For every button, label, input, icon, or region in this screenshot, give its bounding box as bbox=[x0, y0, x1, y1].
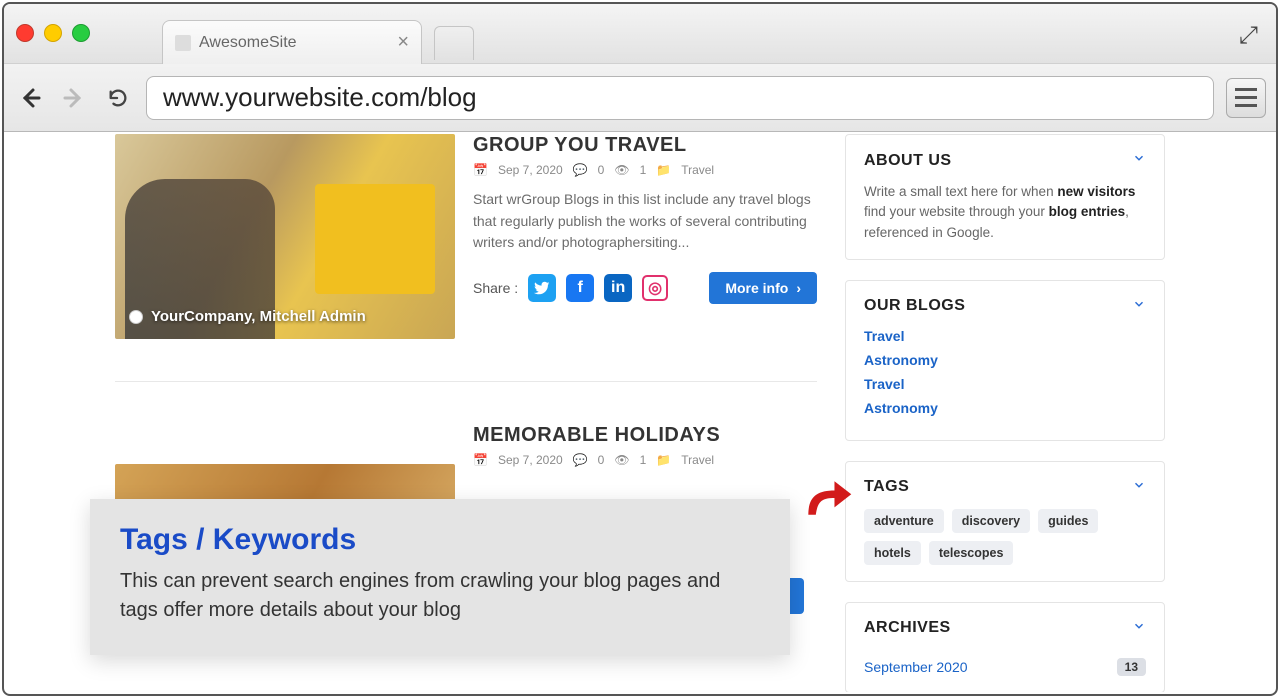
favicon bbox=[175, 35, 191, 51]
about-us-widget: ABOUT US Write a small text here for whe… bbox=[845, 134, 1165, 260]
post-title[interactable]: MEMORABLE HOLIDAYS bbox=[473, 424, 817, 447]
maximize-window-button[interactable] bbox=[72, 24, 90, 42]
more-info-button-peek[interactable] bbox=[788, 578, 804, 614]
annotation-arrow-icon bbox=[799, 477, 855, 519]
url-text: www.yourwebsite.com/blog bbox=[163, 82, 477, 113]
post-author-overlay: YourCompany, Mitchell Admin bbox=[129, 308, 366, 325]
our-blogs-widget: OUR BLOGS Travel Astronomy Travel Astron… bbox=[845, 280, 1165, 441]
close-tab-button[interactable]: × bbox=[397, 31, 409, 54]
post-category[interactable]: Travel bbox=[681, 163, 714, 177]
twitter-share-button[interactable] bbox=[528, 274, 556, 302]
annotation-callout: Tags / Keywords This can prevent search … bbox=[90, 499, 790, 655]
minimize-window-button[interactable] bbox=[44, 24, 62, 42]
calendar-icon: 📅 bbox=[473, 163, 488, 177]
back-button[interactable] bbox=[14, 82, 46, 114]
linkedin-share-button[interactable]: in bbox=[604, 274, 632, 302]
callout-body: This can prevent search engines from cra… bbox=[120, 567, 760, 625]
post-comments: 0 bbox=[598, 453, 605, 467]
forward-button[interactable] bbox=[58, 82, 90, 114]
post-date: Sep 7, 2020 bbox=[498, 453, 563, 467]
more-info-label: More info bbox=[725, 280, 788, 296]
browser-tab[interactable]: AwesomeSite × bbox=[162, 20, 422, 64]
collapse-toggle[interactable] bbox=[1132, 478, 1146, 497]
blog-post: YourCompany, Mitchell Admin GROUP YOU TR… bbox=[115, 134, 817, 382]
collapse-toggle[interactable] bbox=[1132, 151, 1146, 170]
post-date: Sep 7, 2020 bbox=[498, 163, 563, 177]
post-meta: 📅 Sep 7, 2020 💬 0 👁 1 📁 Travel bbox=[473, 163, 817, 177]
tags-widget: TAGS adventure discovery guides hotels t… bbox=[845, 461, 1165, 582]
about-text: Write a small text here for when new vis… bbox=[864, 182, 1146, 243]
post-views: 1 bbox=[640, 163, 647, 177]
twitter-icon bbox=[534, 280, 550, 296]
close-window-button[interactable] bbox=[16, 24, 34, 42]
browser-frame: AwesomeSite × ⤢ www.yourwebsite.com/blog bbox=[2, 2, 1278, 696]
widget-title: OUR BLOGS bbox=[864, 297, 965, 315]
post-views: 1 bbox=[640, 453, 647, 467]
chevron-right-icon: › bbox=[796, 280, 801, 296]
blog-link[interactable]: Travel bbox=[864, 376, 1146, 392]
tag[interactable]: guides bbox=[1038, 509, 1098, 533]
chevron-down-icon bbox=[1132, 478, 1146, 492]
new-tab-button[interactable] bbox=[434, 26, 474, 60]
post-meta: 📅 Sep 7, 2020 💬 0 👁 1 📁 Travel bbox=[473, 453, 817, 467]
tag[interactable]: telescopes bbox=[929, 541, 1014, 565]
archive-row: September 2020 13 bbox=[864, 650, 1146, 676]
folder-icon: 📁 bbox=[656, 163, 671, 177]
instagram-share-button[interactable]: ◎ bbox=[642, 275, 668, 301]
widget-title: TAGS bbox=[864, 478, 909, 496]
widget-title: ABOUT US bbox=[864, 152, 952, 170]
collapse-toggle[interactable] bbox=[1132, 619, 1146, 638]
archive-count-badge: 13 bbox=[1117, 658, 1146, 676]
tag[interactable]: hotels bbox=[864, 541, 921, 565]
post-author-text: YourCompany, Mitchell Admin bbox=[151, 308, 366, 325]
collapse-toggle[interactable] bbox=[1132, 297, 1146, 316]
browser-toolbar: www.yourwebsite.com/blog bbox=[4, 64, 1276, 132]
views-icon: 👁 bbox=[614, 163, 629, 177]
tag[interactable]: discovery bbox=[952, 509, 1030, 533]
folder-icon: 📁 bbox=[656, 453, 671, 467]
post-excerpt: Start wrGroup Blogs in this list include… bbox=[473, 189, 817, 254]
fullscreen-icon[interactable]: ⤢ bbox=[1239, 22, 1258, 50]
comment-icon: 💬 bbox=[573, 453, 588, 467]
post-cover-image[interactable]: YourCompany, Mitchell Admin bbox=[115, 134, 455, 339]
browser-tab-strip: AwesomeSite × ⤢ bbox=[4, 4, 1276, 64]
blog-sidebar: ABOUT US Write a small text here for whe… bbox=[845, 134, 1165, 692]
chevron-down-icon bbox=[1132, 151, 1146, 165]
browser-menu-button[interactable] bbox=[1226, 78, 1266, 118]
callout-title: Tags / Keywords bbox=[120, 523, 760, 557]
share-label: Share : bbox=[473, 280, 518, 296]
blog-link[interactable]: Astronomy bbox=[864, 400, 1146, 416]
chevron-down-icon bbox=[1132, 619, 1146, 633]
tag[interactable]: adventure bbox=[864, 509, 944, 533]
post-title[interactable]: GROUP YOU TRAVEL bbox=[473, 134, 817, 157]
comment-icon: 💬 bbox=[573, 163, 588, 177]
archives-widget: ARCHIVES September 2020 13 bbox=[845, 602, 1165, 692]
avatar bbox=[129, 310, 143, 324]
calendar-icon: 📅 bbox=[473, 453, 488, 467]
more-info-button[interactable]: More info › bbox=[709, 272, 817, 304]
window-controls bbox=[16, 24, 90, 42]
tab-title: AwesomeSite bbox=[199, 34, 297, 52]
arrow-right-icon bbox=[62, 86, 86, 110]
share-row: Share : f in ◎ More info › bbox=[473, 272, 817, 304]
archive-link[interactable]: September 2020 bbox=[864, 659, 968, 675]
widget-title: ARCHIVES bbox=[864, 619, 951, 637]
blog-link[interactable]: Astronomy bbox=[864, 352, 1146, 368]
facebook-share-button[interactable]: f bbox=[566, 274, 594, 302]
reload-button[interactable] bbox=[102, 82, 134, 114]
blog-link[interactable]: Travel bbox=[864, 328, 1146, 344]
post-category[interactable]: Travel bbox=[681, 453, 714, 467]
views-icon: 👁 bbox=[614, 453, 629, 467]
address-bar[interactable]: www.yourwebsite.com/blog bbox=[146, 76, 1214, 120]
chevron-down-icon bbox=[1132, 297, 1146, 311]
arrow-left-icon bbox=[18, 86, 42, 110]
reload-icon bbox=[107, 87, 129, 109]
post-comments: 0 bbox=[598, 163, 605, 177]
